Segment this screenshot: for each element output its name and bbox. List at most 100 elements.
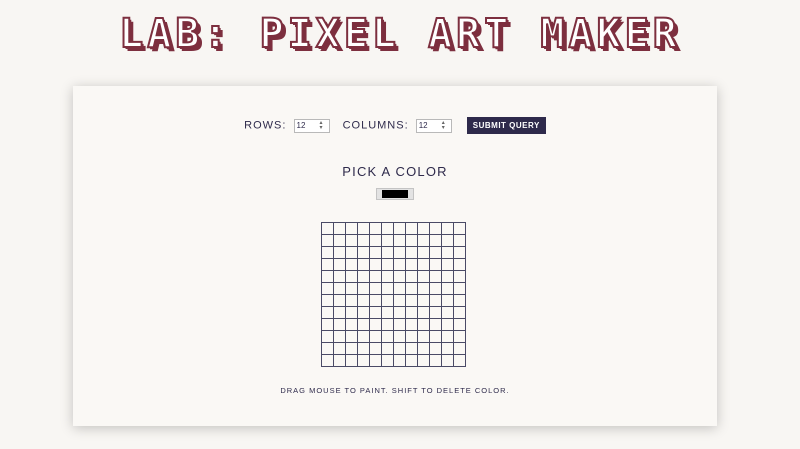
grid-cell[interactable] [357, 318, 370, 331]
grid-cell[interactable] [393, 246, 406, 259]
grid-cell[interactable] [381, 318, 394, 331]
grid-cell[interactable] [417, 306, 430, 319]
grid-cell[interactable] [369, 234, 382, 247]
grid-cell[interactable] [429, 222, 442, 235]
columns-input[interactable]: 12 ▴ ▾ [415, 118, 452, 133]
grid-cell[interactable] [333, 222, 346, 235]
grid-cell[interactable] [429, 306, 442, 319]
grid-cell[interactable] [357, 258, 370, 271]
grid-cell[interactable] [369, 258, 382, 271]
grid-cell[interactable] [381, 270, 394, 283]
grid-cell[interactable] [357, 246, 370, 259]
grid-cell[interactable] [417, 294, 430, 307]
grid-cell[interactable] [393, 354, 406, 367]
columns-spinner-icon[interactable]: ▴ ▾ [442, 120, 450, 131]
grid-cell[interactable] [429, 330, 442, 343]
grid-cell[interactable] [441, 222, 454, 235]
grid-cell[interactable] [333, 234, 346, 247]
grid-cell[interactable] [321, 318, 334, 331]
grid-cell[interactable] [405, 318, 418, 331]
grid-cell[interactable] [417, 270, 430, 283]
grid-cell[interactable] [453, 246, 466, 259]
grid-cell[interactable] [345, 246, 358, 259]
pixel-canvas[interactable] [321, 222, 466, 367]
grid-cell[interactable] [429, 234, 442, 247]
grid-cell[interactable] [429, 258, 442, 271]
grid-cell[interactable] [453, 354, 466, 367]
grid-cell[interactable] [393, 294, 406, 307]
grid-cell[interactable] [429, 342, 442, 355]
grid-cell[interactable] [333, 306, 346, 319]
grid-cell[interactable] [357, 306, 370, 319]
grid-cell[interactable] [429, 354, 442, 367]
grid-cell[interactable] [357, 330, 370, 343]
grid-cell[interactable] [453, 294, 466, 307]
grid-cell[interactable] [357, 270, 370, 283]
grid-cell[interactable] [333, 354, 346, 367]
grid-cell[interactable] [345, 318, 358, 331]
grid-cell[interactable] [393, 258, 406, 271]
grid-cell[interactable] [321, 282, 334, 295]
grid-cell[interactable] [357, 354, 370, 367]
grid-cell[interactable] [345, 294, 358, 307]
grid-cell[interactable] [453, 330, 466, 343]
grid-cell[interactable] [441, 354, 454, 367]
grid-cell[interactable] [333, 282, 346, 295]
grid-cell[interactable] [441, 270, 454, 283]
grid-cell[interactable] [381, 282, 394, 295]
rows-input[interactable]: 12 ▴ ▾ [293, 118, 330, 133]
grid-cell[interactable] [333, 270, 346, 283]
grid-cell[interactable] [369, 270, 382, 283]
grid-cell[interactable] [333, 258, 346, 271]
grid-cell[interactable] [381, 294, 394, 307]
grid-cell[interactable] [441, 318, 454, 331]
grid-cell[interactable] [345, 330, 358, 343]
grid-cell[interactable] [417, 330, 430, 343]
grid-cell[interactable] [369, 330, 382, 343]
grid-cell[interactable] [441, 258, 454, 271]
grid-cell[interactable] [417, 234, 430, 247]
grid-cell[interactable] [453, 222, 466, 235]
grid-cell[interactable] [405, 330, 418, 343]
grid-cell[interactable] [405, 354, 418, 367]
grid-cell[interactable] [393, 318, 406, 331]
grid-cell[interactable] [453, 306, 466, 319]
grid-cell[interactable] [345, 222, 358, 235]
grid-cell[interactable] [405, 294, 418, 307]
grid-cell[interactable] [333, 330, 346, 343]
grid-cell[interactable] [381, 222, 394, 235]
grid-cell[interactable] [321, 354, 334, 367]
grid-cell[interactable] [381, 354, 394, 367]
grid-cell[interactable] [381, 330, 394, 343]
grid-cell[interactable] [417, 282, 430, 295]
grid-cell[interactable] [417, 258, 430, 271]
grid-cell[interactable] [369, 354, 382, 367]
grid-cell[interactable] [357, 342, 370, 355]
grid-cell[interactable] [417, 246, 430, 259]
grid-cell[interactable] [405, 270, 418, 283]
grid-cell[interactable] [345, 282, 358, 295]
rows-spinner-icon[interactable]: ▴ ▾ [320, 120, 328, 131]
grid-cell[interactable] [321, 294, 334, 307]
grid-cell[interactable] [357, 222, 370, 235]
submit-button[interactable]: SUBMIT QUERY [466, 117, 546, 134]
grid-cell[interactable] [441, 234, 454, 247]
grid-cell[interactable] [345, 306, 358, 319]
grid-cell[interactable] [357, 234, 370, 247]
grid-cell[interactable] [405, 222, 418, 235]
grid-cell[interactable] [393, 234, 406, 247]
grid-cell[interactable] [429, 282, 442, 295]
grid-cell[interactable] [357, 294, 370, 307]
grid-cell[interactable] [405, 234, 418, 247]
grid-cell[interactable] [441, 246, 454, 259]
grid-cell[interactable] [369, 246, 382, 259]
grid-cell[interactable] [357, 282, 370, 295]
grid-cell[interactable] [417, 318, 430, 331]
grid-cell[interactable] [369, 318, 382, 331]
grid-cell[interactable] [393, 306, 406, 319]
grid-cell[interactable] [441, 306, 454, 319]
grid-cell[interactable] [333, 342, 346, 355]
grid-cell[interactable] [381, 234, 394, 247]
grid-cell[interactable] [333, 246, 346, 259]
grid-cell[interactable] [333, 318, 346, 331]
